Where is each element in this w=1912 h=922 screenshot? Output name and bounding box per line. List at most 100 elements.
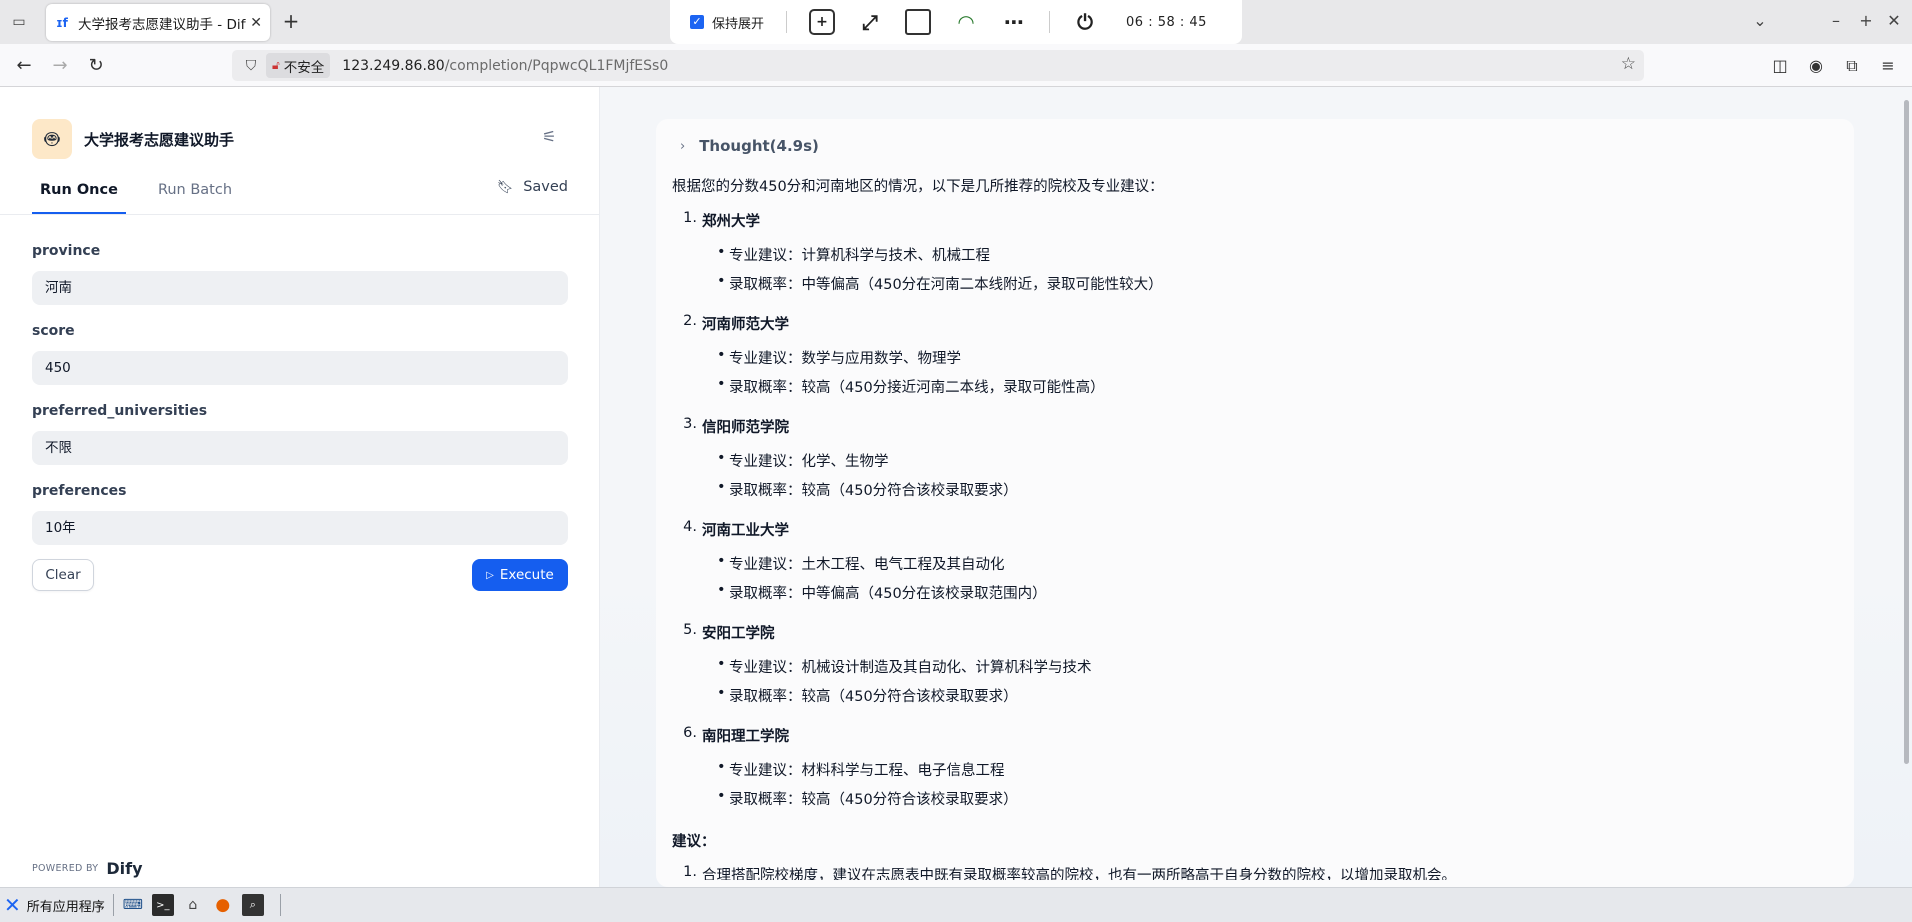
bookmark-star-icon[interactable]: ☆ — [1621, 54, 1636, 74]
dify-logo: Dify — [106, 859, 143, 878]
result-card: › Thought(4.9s) 根据您的分数450分和河南地区的情况，以下是几所… — [656, 119, 1854, 887]
keep-expanded-checkbox[interactable]: ✓ — [690, 15, 704, 29]
item-number: 1. — [683, 864, 697, 880]
close-tab-icon[interactable]: ✕ — [250, 15, 262, 31]
sliders-icon[interactable]: ⚟ — [542, 127, 556, 146]
shield-icon[interactable]: ⛉ — [240, 58, 262, 74]
list-item: 3. 信阳师范学院 专业建议：化学、生物学录取概率：较高（450分符合该校录取要求… — [672, 416, 1832, 507]
run-mode-tabs: Run Once Run Batch 🔖︎ Saved — [32, 179, 568, 214]
url-path: /completion/PqpwcQL1FMjfESs0 — [444, 57, 669, 74]
item-number: 5. — [683, 622, 697, 638]
play-icon: ▷ — [486, 569, 494, 581]
pocket-icon[interactable]: ◫ — [1768, 54, 1792, 78]
advice-item: 1. 合理搭配院校梯度，建议在志愿表中既有录取概率较高的院校，也有一两所略高于自… — [672, 864, 1832, 880]
close-window-icon[interactable]: ✕ — [1883, 10, 1905, 32]
item-number: 6. — [683, 725, 697, 741]
taskbar-divider — [279, 894, 281, 916]
search-icon[interactable]: ⌕ — [241, 894, 264, 916]
item-number: 2. — [683, 313, 697, 329]
page-scrollbar[interactable] — [1904, 100, 1909, 764]
list-all-tabs-icon[interactable]: ⌄ — [1749, 10, 1771, 32]
more-icon[interactable]: ⋯ — [1001, 9, 1027, 35]
major-suggestion: 专业建议：计算机科学与技术、机械工程 — [717, 244, 1832, 273]
item-number: 1. — [683, 210, 697, 226]
preferences-input[interactable]: 10年 — [32, 511, 568, 545]
url-bar[interactable]: ⛉ 🔓︎ 不安全 123.249.86.80/completion/PqpwcQ… — [232, 50, 1644, 81]
execute-button[interactable]: ▷ Execute — [472, 559, 568, 591]
advice-text: 合理搭配院校梯度，建议在志愿表中既有录取概率较高的院校，也有一两所略高于自身分数… — [702, 868, 1456, 880]
university-name: 安阳工学院 — [702, 626, 775, 642]
app-header: 🤖︎ 大学报考志愿建议助手 — [32, 119, 234, 159]
university-name: 河南师范大学 — [702, 317, 789, 333]
admission-rate: 录取概率：较高（450分符合该校录取要求） — [717, 788, 1832, 817]
tabs-divider — [0, 214, 600, 215]
add-window-icon[interactable]: + — [809, 9, 836, 35]
field-preferred-universities: preferred_universities 不限 — [32, 403, 568, 465]
fullscreen-icon[interactable]: ⤢ — [857, 9, 883, 35]
university-name: 南阳理工学院 — [702, 729, 789, 745]
tab-list-icon[interactable]: ▭ — [8, 12, 30, 32]
major-suggestion: 专业建议：材料科学与工程、电子信息工程 — [717, 759, 1832, 788]
os-taskbar: ✕ 所有应用程序 ⌨ >_ ⌂ ● ⌕ — [0, 887, 1912, 922]
insecure-lock-icon: 🔓︎ — [272, 58, 280, 72]
clear-button[interactable]: Clear — [32, 559, 94, 591]
preferred-universities-input[interactable]: 不限 — [32, 431, 568, 465]
admission-rate: 录取概率：中等偏高（450分在该校录取范围内） — [717, 582, 1832, 611]
browser-navbar: ← → ↻ ⛉ 🔓︎ 不安全 123.249.86.80/completion/… — [0, 44, 1912, 87]
minimize-icon[interactable]: – — [1825, 10, 1847, 32]
field-score: score 450 — [32, 323, 568, 385]
account-icon[interactable]: ◉ — [1804, 54, 1828, 78]
field-label: province — [32, 243, 101, 259]
major-suggestion: 专业建议：化学、生物学 — [717, 450, 1832, 479]
result-intro: 根据您的分数450分和河南地区的情况，以下是几所推荐的院校及专业建议： — [672, 179, 1164, 195]
item-number: 3. — [683, 416, 697, 432]
toolbar-divider — [786, 11, 788, 33]
forward-icon[interactable]: → — [48, 54, 72, 78]
back-icon[interactable]: ← — [12, 54, 36, 78]
display-icon[interactable] — [905, 9, 932, 35]
maximize-icon[interactable]: + — [1855, 10, 1877, 32]
url-host: 123.249.86.80 — [342, 57, 445, 74]
major-suggestion: 专业建议：机械设计制造及其自动化、计算机科学与技术 — [717, 656, 1832, 685]
toolbar-divider — [1049, 11, 1051, 33]
keyboard-icon[interactable]: ⌨ — [122, 894, 144, 916]
tab-run-once[interactable]: Run Once — [32, 179, 126, 214]
new-tab-icon[interactable]: + — [280, 10, 302, 32]
wifi-icon[interactable]: ◠ — [953, 9, 979, 35]
province-input[interactable]: 河南 — [32, 271, 568, 305]
reload-icon[interactable]: ↻ — [84, 54, 108, 78]
start-menu-button[interactable]: ✕ 所有应用程序 — [4, 893, 105, 917]
site-security-badge[interactable]: 🔓︎ 不安全 — [266, 53, 331, 78]
run-panel: 🤖︎ 大学报考志愿建议助手 ⚟ Run Once Run Batch 🔖︎ Sav… — [0, 87, 600, 887]
browser-tab-active[interactable]: ɪf 大学报考志愿建议助手 - Dify ✕ — [46, 4, 270, 41]
saved-button[interactable]: 🔖︎ Saved — [497, 179, 568, 195]
list-item: 4. 河南工业大学 专业建议：土木工程、电气工程及其自动化录取概率：中等偏高（45… — [672, 519, 1832, 610]
power-icon[interactable]: ⏻ — [1072, 9, 1098, 35]
score-input[interactable]: 450 — [32, 351, 568, 385]
university-name: 郑州大学 — [702, 214, 760, 230]
start-label: 所有应用程序 — [26, 899, 105, 915]
admission-rate: 录取概率：中等偏高（450分在河南二本线附近，录取可能性较大） — [717, 273, 1832, 302]
firefox-icon[interactable]: ● — [212, 894, 234, 916]
university-name: 河南工业大学 — [702, 523, 789, 539]
admission-rate: 录取概率：较高（450分接近河南二本线，录取可能性高） — [717, 376, 1832, 405]
start-logo-icon: ✕ — [4, 893, 21, 917]
saved-label: Saved — [523, 179, 568, 195]
chevron-right-icon: › — [680, 138, 686, 154]
university-name: 信阳师范学院 — [702, 420, 789, 436]
extensions-icon[interactable]: ⧉ — [1840, 54, 1864, 78]
execute-label: Execute — [499, 567, 554, 583]
result-content: 根据您的分数450分和河南地区的情况，以下是几所推荐的院校及专业建议： 1. 郑州… — [672, 175, 1832, 880]
bookmark-icon: 🔖︎ — [496, 180, 514, 195]
keep-expanded-label: 保持展开 — [712, 16, 765, 32]
menu-icon[interactable]: ≡ — [1876, 54, 1900, 78]
tab-run-batch[interactable]: Run Batch — [150, 179, 240, 214]
home-folder-icon[interactable]: ⌂ — [182, 894, 204, 916]
terminal-icon[interactable]: >_ — [151, 894, 174, 916]
thought-toggle[interactable]: › Thought(4.9s) — [680, 137, 819, 155]
item-number: 4. — [683, 519, 697, 535]
list-item: 2. 河南师范大学 专业建议：数学与应用数学、物理学录取概率：较高（450分接近河… — [672, 313, 1832, 404]
powered-by: POWERED BY Dify — [32, 859, 143, 878]
list-item: 5. 安阳工学院 专业建议：机械设计制造及其自动化、计算机科学与技术录取概率：较高… — [672, 622, 1832, 713]
admission-rate: 录取概率：较高（450分符合该校录取要求） — [717, 479, 1832, 508]
